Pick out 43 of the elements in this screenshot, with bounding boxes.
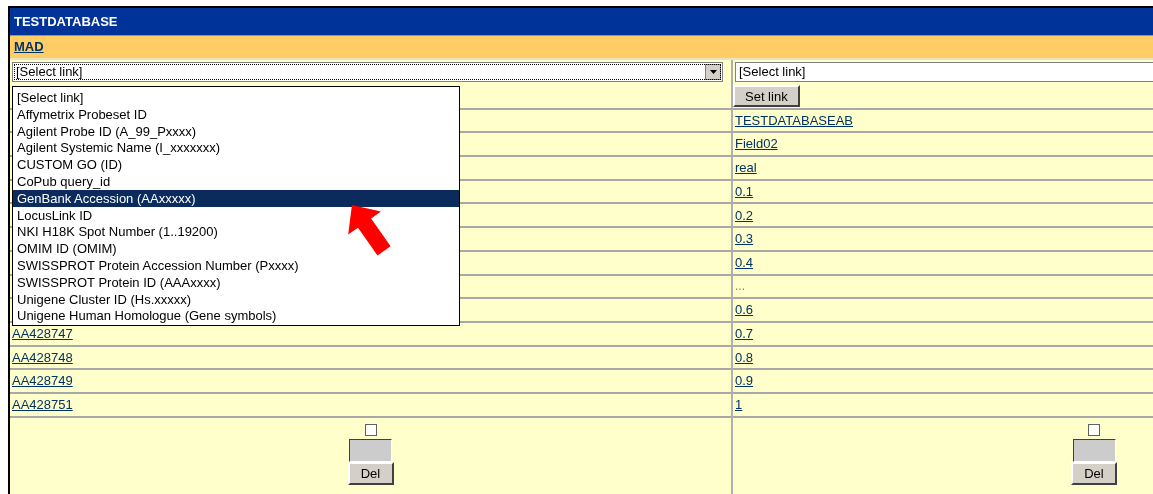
data-link[interactable]: Field02: [735, 134, 778, 154]
dropdown-option[interactable]: OMIM ID (OMIM): [13, 240, 459, 257]
page-title: TESTDATABASE: [14, 12, 118, 31]
data-link[interactable]: 1: [735, 395, 743, 415]
dropdown-option[interactable]: LocusLink ID: [13, 206, 459, 224]
ellipsis-text: ...: [735, 278, 745, 296]
data-link[interactable]: 0.7: [735, 323, 754, 344]
blank-field[interactable]: [349, 438, 392, 462]
data-link[interactable]: 0.1: [735, 181, 754, 202]
data-link[interactable]: AA428749: [12, 371, 73, 391]
dropdown-option[interactable]: CUSTOM GO (ID): [13, 156, 459, 173]
dropdown-option[interactable]: SWISSPROT Protein ID (AAAxxxx): [13, 273, 459, 291]
data-link[interactable]: 0.6: [735, 300, 754, 320]
section-link[interactable]: MAD: [14, 37, 44, 57]
dropdown-option[interactable]: Affymetrix Probeset ID: [13, 105, 459, 123]
data-link[interactable]: 0.9: [735, 371, 754, 391]
dropdown-option[interactable]: [Select link]: [13, 89, 459, 106]
dropdown[interactable]: [Select link]: [735, 62, 1153, 82]
data-link[interactable]: TESTDATABASEAB: [735, 110, 853, 131]
data-link[interactable]: real: [735, 158, 757, 178]
checkbox[interactable]: [1088, 423, 1100, 436]
data-link[interactable]: 0.4: [735, 252, 754, 273]
dropdown-option[interactable]: SWISSPROT Protein Accession Number (Pxxxx): [13, 256, 459, 274]
dropdown-option[interactable]: Agilent Probe ID (A_99_Pxxxx): [13, 122, 459, 140]
dropdown-option[interactable]: GenBank Accession (AAxxxxx): [13, 189, 459, 207]
dropdown-option[interactable]: CoPub query_id: [13, 173, 459, 190]
data-link[interactable]: 0.3: [735, 229, 754, 249]
data-link[interactable]: 0.8: [735, 347, 754, 368]
data-link[interactable]: 0.2: [735, 205, 754, 226]
set-link-button[interactable]: Set link: [733, 84, 800, 107]
data-link[interactable]: AA428748: [12, 347, 73, 368]
dropdown-option[interactable]: Agilent Systemic Name (I_xxxxxxx): [13, 139, 459, 157]
data-link[interactable]: AA428751: [12, 395, 73, 415]
checkbox[interactable]: [364, 423, 377, 436]
data-link[interactable]: AA428747: [12, 323, 73, 344]
delete-button[interactable]: Del: [1071, 461, 1117, 485]
dropdown-option[interactable]: NKI H18K Spot Number (1..19200): [13, 223, 459, 241]
dropdown[interactable]: [Select link]: [12, 62, 723, 82]
dropdown-option[interactable]: Unigene Human Homologue (Gene symbols): [13, 307, 459, 325]
blank-field[interactable]: [1072, 438, 1116, 462]
pointer-arrow: [348, 205, 391, 256]
delete-button[interactable]: Del: [347, 461, 394, 485]
dropdown-option[interactable]: Unigene Cluster ID (Hs.xxxxx): [13, 290, 459, 308]
